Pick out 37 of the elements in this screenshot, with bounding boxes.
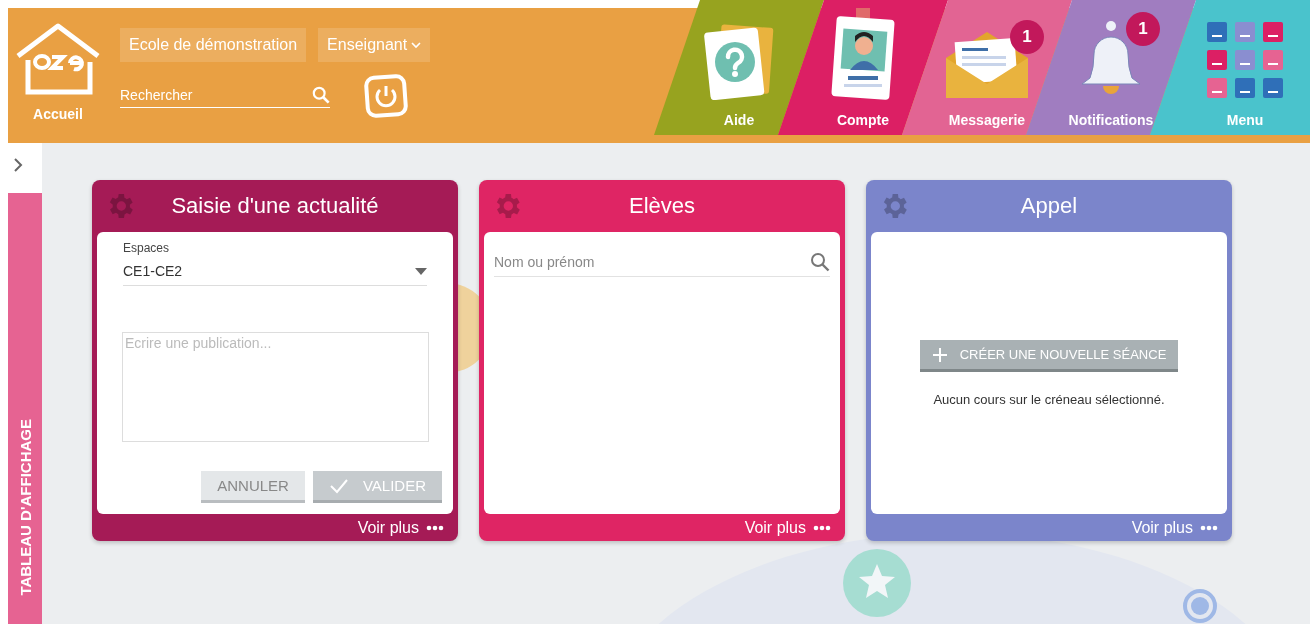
ring-icon [1182, 588, 1218, 624]
house-logo-icon[interactable] [14, 22, 102, 96]
check-icon [328, 477, 349, 494]
create-session-button[interactable]: CRÉER UNE NOUVELLE SÉANCE [919, 340, 1179, 372]
card-title: Saisie d'une actualité [171, 193, 379, 219]
more-icon[interactable] [426, 524, 444, 531]
school-name[interactable]: Ecole de démonstration [120, 28, 307, 62]
chevron-right-icon[interactable] [12, 157, 24, 173]
card-title: Elèves [628, 193, 695, 219]
home-label[interactable]: Accueil [33, 106, 83, 122]
space-select[interactable]: CE1-CE2 [123, 261, 427, 286]
see-more-link[interactable]: Voir plus [1131, 518, 1193, 537]
search-field[interactable]: Rechercher [120, 87, 312, 103]
dropdown-caret-icon[interactable] [415, 267, 427, 275]
count-badge: 1 [1126, 12, 1160, 46]
power-icon[interactable] [364, 74, 408, 118]
app-grid-icon [1205, 20, 1285, 100]
cancel-button[interactable]: ANNULER [201, 471, 305, 503]
help-card-icon [703, 22, 775, 100]
plus-icon [931, 346, 948, 363]
more-icon[interactable] [1200, 524, 1218, 531]
post-textarea[interactable]: Ecrire une publication... [122, 332, 429, 442]
side-tab[interactable]: TABLEAU D'AFFICHAGE [8, 193, 42, 624]
search-icon[interactable] [312, 86, 330, 104]
search-icon[interactable] [810, 252, 830, 272]
empty-message: Aucun cours sur le créneau sélectionné. [933, 392, 1165, 407]
submit-button[interactable]: VALIDER [312, 471, 442, 503]
chevron-down-icon [411, 41, 422, 49]
role-dropdown[interactable]: Enseignant [318, 28, 431, 62]
id-badge-icon [830, 8, 896, 100]
see-more-link[interactable]: Voir plus [744, 518, 806, 537]
count-badge: 1 [1010, 20, 1044, 54]
field-label: Espaces [123, 241, 171, 255]
card-title: Appel [1020, 193, 1078, 219]
see-more-link[interactable]: Voir plus [357, 518, 419, 537]
more-icon[interactable] [813, 524, 831, 531]
star-badge-icon [842, 548, 912, 618]
